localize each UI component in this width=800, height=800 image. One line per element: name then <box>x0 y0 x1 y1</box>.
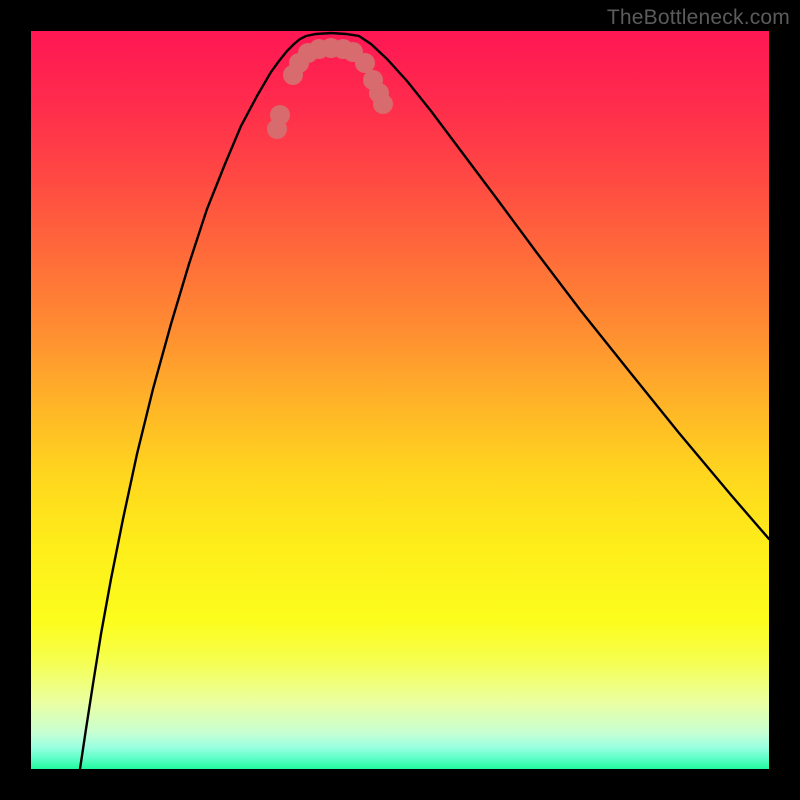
bottleneck-curve <box>80 33 769 769</box>
marker-dot <box>355 53 375 73</box>
marker-dot <box>270 105 290 125</box>
watermark-text: TheBottleneck.com <box>607 6 790 30</box>
marker-dot <box>373 94 393 114</box>
plot-area <box>31 31 769 769</box>
curve-layer <box>31 31 769 769</box>
chart-frame: TheBottleneck.com <box>0 0 800 800</box>
